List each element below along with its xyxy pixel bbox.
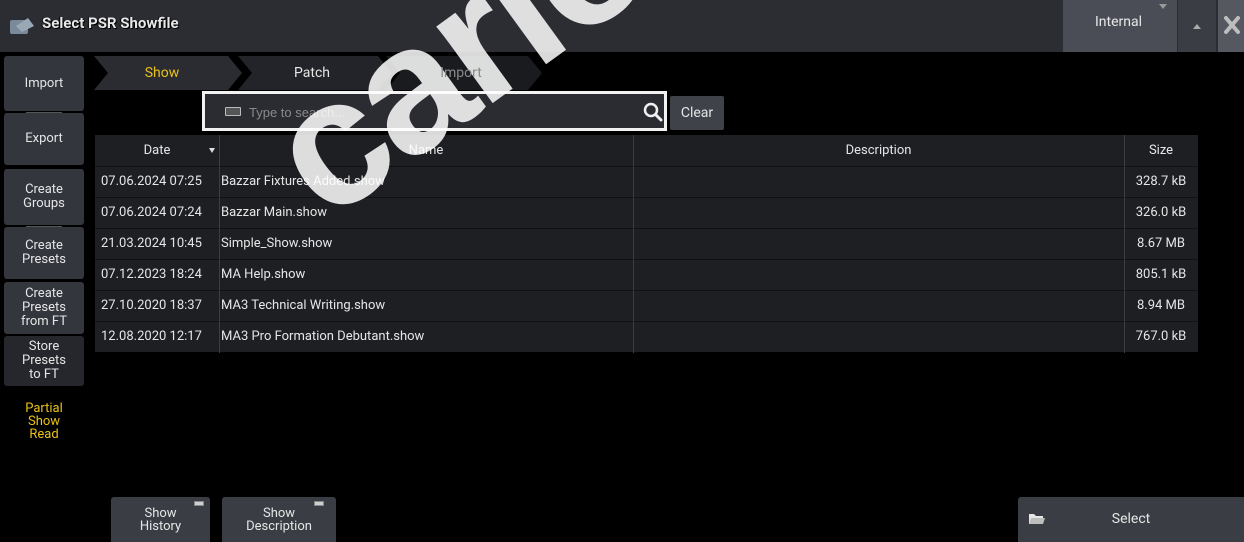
psr-app-icon	[10, 18, 34, 34]
drive-label: Internal	[1095, 14, 1143, 30]
tab-patch[interactable]: Patch	[238, 56, 392, 90]
column-header-description[interactable]: Description	[633, 135, 1124, 166]
window-title: Select PSR Showfile	[42, 14, 179, 32]
table-row[interactable]: 21.03.2024 10:45 Simple_Show.show 8.67 MB	[95, 228, 1198, 259]
eject-button[interactable]	[1178, 0, 1216, 52]
column-divider	[219, 135, 220, 353]
toggle-indicator-icon	[314, 501, 324, 506]
cell-description	[637, 291, 1117, 321]
column-header-date[interactable]: Date	[95, 135, 219, 166]
cell-size: 326.0 kB	[1135, 205, 1187, 220]
cell-date: 07.12.2023 18:24	[101, 267, 202, 282]
column-header-size[interactable]: Size	[1124, 135, 1198, 166]
partial-show-read-toggle[interactable]: Partial Show Read	[4, 402, 84, 441]
export-button[interactable]: Export	[4, 113, 84, 165]
create-groups-button[interactable]: Create Groups	[4, 169, 84, 225]
select-button[interactable]: Select	[1018, 497, 1244, 542]
cell-date: 12.08.2020 12:17	[101, 329, 202, 344]
cell-name: MA3 Technical Writing.show	[221, 298, 386, 313]
cell-date: 27.10.2020 18:37	[101, 298, 202, 313]
show-history-button[interactable]: Show History	[111, 497, 210, 542]
cell-size: 767.0 kB	[1135, 329, 1187, 344]
show-description-button[interactable]: Show Description	[222, 497, 336, 542]
dropdown-icon	[1159, 4, 1167, 9]
create-presets-from-ft-button[interactable]: Create Presets from FT	[4, 282, 84, 334]
table-row[interactable]: 07.06.2024 07:24 Bazzar Main.show 326.0 kB	[95, 197, 1198, 228]
cell-description	[637, 198, 1117, 228]
clear-button[interactable]: Clear	[670, 96, 724, 130]
cell-name: MA3 Pro Formation Debutant.show	[221, 329, 425, 344]
cell-name: MA Help.show	[221, 267, 306, 282]
toggle-indicator-icon	[194, 501, 204, 506]
tab-show[interactable]: Show	[88, 56, 242, 90]
breadcrumb-tabs: Show Patch Import	[88, 56, 548, 90]
cell-size: 328.7 kB	[1135, 174, 1187, 189]
close-button[interactable]	[1218, 0, 1244, 52]
table-row[interactable]: 27.10.2020 18:37 MA3 Technical Writing.sh…	[95, 290, 1198, 321]
search-box	[202, 91, 667, 131]
cell-name: Bazzar Main.show	[221, 205, 328, 220]
column-divider	[1124, 135, 1125, 353]
store-presets-to-ft-button[interactable]: Store Presets to FT	[4, 336, 84, 386]
cell-name: Simple_Show.show	[221, 236, 333, 251]
import-button[interactable]: Import	[4, 56, 84, 111]
cell-size: 8.94 MB	[1136, 298, 1186, 313]
search-icon[interactable]	[643, 102, 663, 122]
drive-selector[interactable]: Internal	[1063, 0, 1177, 52]
create-presets-button[interactable]: Create Presets	[4, 227, 84, 279]
cell-description	[637, 260, 1117, 290]
eject-icon	[1193, 24, 1201, 29]
cell-date: 07.06.2024 07:24	[101, 205, 202, 220]
cell-name: Bazzar Fixtures Added.show	[221, 174, 385, 189]
column-header-name[interactable]: Name	[219, 135, 633, 166]
cell-size: 8.67 MB	[1136, 236, 1186, 251]
tab-import[interactable]: Import	[386, 56, 542, 90]
cell-size: 805.1 kB	[1135, 267, 1187, 282]
left-sidebar: Import Export Create Groups Create Prese…	[0, 52, 88, 542]
table-header: Date Name Description Size	[95, 135, 1198, 166]
keyboard-icon[interactable]	[225, 107, 241, 116]
cell-date: 21.03.2024 10:45	[101, 236, 202, 251]
column-divider	[633, 135, 634, 353]
search-input[interactable]	[249, 100, 609, 124]
cell-description	[637, 167, 1117, 197]
cell-date: 07.06.2024 07:25	[101, 174, 202, 189]
close-icon	[1224, 16, 1240, 34]
table-row[interactable]: 12.08.2020 12:17 MA3 Pro Formation Debuta…	[95, 321, 1198, 352]
table-row[interactable]: 07.06.2024 07:25 Bazzar Fixtures Added.sh…	[95, 166, 1198, 197]
table-row[interactable]: 07.12.2023 18:24 MA Help.show 805.1 kB	[95, 259, 1198, 290]
title-bar: Select PSR Showfile Internal	[0, 0, 1244, 52]
cell-description	[637, 229, 1117, 259]
cell-description	[637, 322, 1117, 352]
